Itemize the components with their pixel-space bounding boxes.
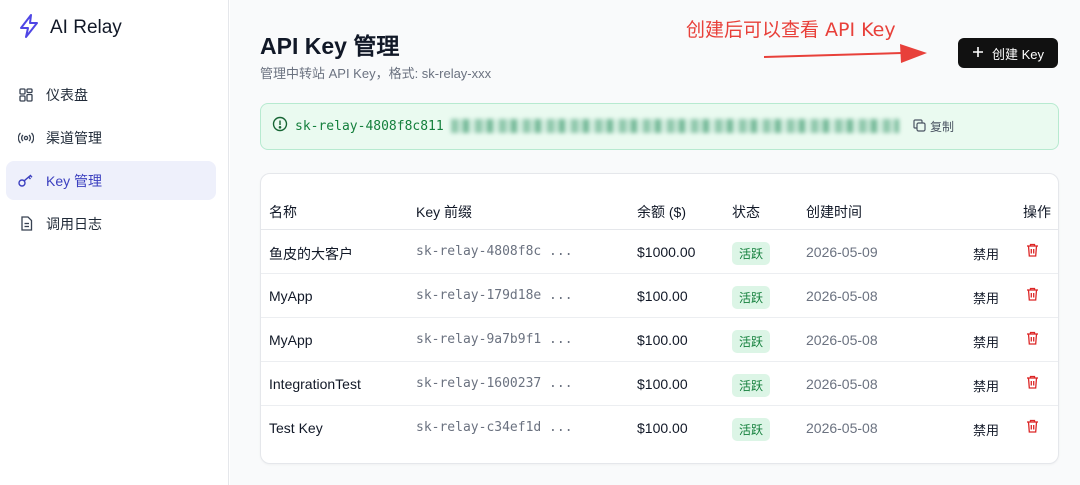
status-badge: 活跃 xyxy=(732,418,771,441)
copy-icon xyxy=(913,118,926,135)
row-name: 鱼皮的大客户 xyxy=(269,246,353,262)
sidebar-item-label: 渠道管理 xyxy=(46,129,102,146)
sidebar-item-label: 仪表盘 xyxy=(46,86,88,103)
info-circle-icon xyxy=(272,116,288,137)
header-name: 名称 xyxy=(269,204,297,220)
table-row: MyApp sk-relay-179d18e ... $100.00 活跃 20… xyxy=(261,274,1058,318)
disable-button[interactable]: 禁用 xyxy=(973,288,999,307)
row-prefix: sk-relay-179d18e ... xyxy=(416,288,573,303)
row-prefix: sk-relay-1600237 ... xyxy=(416,376,573,391)
brand[interactable]: AI Relay xyxy=(18,13,122,43)
row-created: 2026-05-08 xyxy=(806,332,878,348)
main-content: API Key 管理 管理中转站 API Key，格式: sk-relay-xx… xyxy=(230,0,1080,485)
page-title: API Key 管理 xyxy=(260,33,400,59)
row-balance: $1000.00 xyxy=(637,244,696,260)
row-name: MyApp xyxy=(269,288,313,304)
table-row: Test Key sk-relay-c34ef1d ... $100.00 活跃… xyxy=(261,406,1058,450)
status-badge: 活跃 xyxy=(732,242,771,265)
sidebar-item-label: 调用日志 xyxy=(46,215,102,232)
table-row: 鱼皮的大客户 sk-relay-4808f8c ... $1000.00 活跃 … xyxy=(261,230,1058,274)
sidebar-item-logs[interactable]: 调用日志 xyxy=(6,204,216,243)
row-prefix: sk-relay-c34ef1d ... xyxy=(416,420,573,435)
plus-icon xyxy=(972,46,984,61)
trash-icon[interactable] xyxy=(1026,419,1039,436)
trash-icon[interactable] xyxy=(1026,287,1039,304)
keys-table: 名称 Key 前缀 余额 ($) 状态 创建时间 操作 鱼皮的大客户 sk-re… xyxy=(260,173,1059,464)
status-badge: 活跃 xyxy=(732,374,771,397)
dashboard-grid-icon xyxy=(18,87,34,103)
row-created: 2026-05-08 xyxy=(806,288,878,304)
document-icon xyxy=(18,216,34,232)
row-name: MyApp xyxy=(269,332,313,348)
new-key-banner: sk-relay-4808f8c811 复制 xyxy=(260,103,1059,150)
sidebar-nav: 仪表盘 渠道管理 Key 管理 调用日志 xyxy=(6,75,216,247)
status-badge: 活跃 xyxy=(732,330,771,353)
row-balance: $100.00 xyxy=(637,288,688,304)
row-created: 2026-05-08 xyxy=(806,420,878,436)
disable-button[interactable]: 禁用 xyxy=(973,376,999,395)
header-balance: 余额 ($) xyxy=(637,204,686,220)
row-balance: $100.00 xyxy=(637,420,688,436)
copy-label: 复制 xyxy=(930,120,955,134)
status-badge: 活跃 xyxy=(732,286,771,309)
header-prefix: Key 前缀 xyxy=(416,204,473,220)
row-balance: $100.00 xyxy=(637,376,688,392)
redacted-key-blur xyxy=(451,119,899,133)
create-key-label: 创建 Key xyxy=(991,46,1044,62)
annotation-text: 创建后可以查看 API Key xyxy=(686,19,896,41)
row-name: Test Key xyxy=(269,420,323,436)
sidebar-item-dashboard[interactable]: 仪表盘 xyxy=(6,75,216,114)
row-prefix: sk-relay-4808f8c ... xyxy=(416,244,573,259)
table-row: IntegrationTest sk-relay-1600237 ... $10… xyxy=(261,362,1058,406)
page-subtitle: 管理中转站 API Key，格式: sk-relay-xxx xyxy=(260,66,492,81)
table-header: 名称 Key 前缀 余额 ($) 状态 创建时间 操作 xyxy=(261,188,1058,230)
radio-broadcast-icon xyxy=(18,130,34,146)
row-name: IntegrationTest xyxy=(269,376,361,392)
trash-icon[interactable] xyxy=(1026,331,1039,348)
lightning-logo-icon xyxy=(18,13,40,43)
row-prefix: sk-relay-9a7b9f1 ... xyxy=(416,332,573,347)
brand-name: AI Relay xyxy=(50,17,122,38)
copy-button[interactable]: 复制 xyxy=(913,118,954,135)
disable-button[interactable]: 禁用 xyxy=(973,332,999,351)
annotation-arrow-icon xyxy=(763,44,927,63)
row-created: 2026-05-09 xyxy=(806,244,878,260)
key-icon xyxy=(18,173,34,189)
sidebar-item-label: Key 管理 xyxy=(46,172,103,189)
trash-icon[interactable] xyxy=(1026,243,1039,260)
disable-button[interactable]: 禁用 xyxy=(973,420,999,439)
disable-button[interactable]: 禁用 xyxy=(973,244,999,263)
header-actions: 操作 xyxy=(1023,204,1051,220)
sidebar-item-channels[interactable]: 渠道管理 xyxy=(6,118,216,157)
new-key-value[interactable]: sk-relay-4808f8c811 xyxy=(295,119,444,134)
sidebar: AI Relay 仪表盘 渠道管理 Key 管理 调用日志 xyxy=(0,0,229,485)
sidebar-item-keys[interactable]: Key 管理 xyxy=(6,161,216,200)
trash-icon[interactable] xyxy=(1026,375,1039,392)
row-created: 2026-05-08 xyxy=(806,376,878,392)
header-created: 创建时间 xyxy=(806,204,862,220)
row-balance: $100.00 xyxy=(637,332,688,348)
table-row: MyApp sk-relay-9a7b9f1 ... $100.00 活跃 20… xyxy=(261,318,1058,362)
header-status: 状态 xyxy=(732,204,760,220)
create-key-button[interactable]: 创建 Key xyxy=(958,38,1058,68)
